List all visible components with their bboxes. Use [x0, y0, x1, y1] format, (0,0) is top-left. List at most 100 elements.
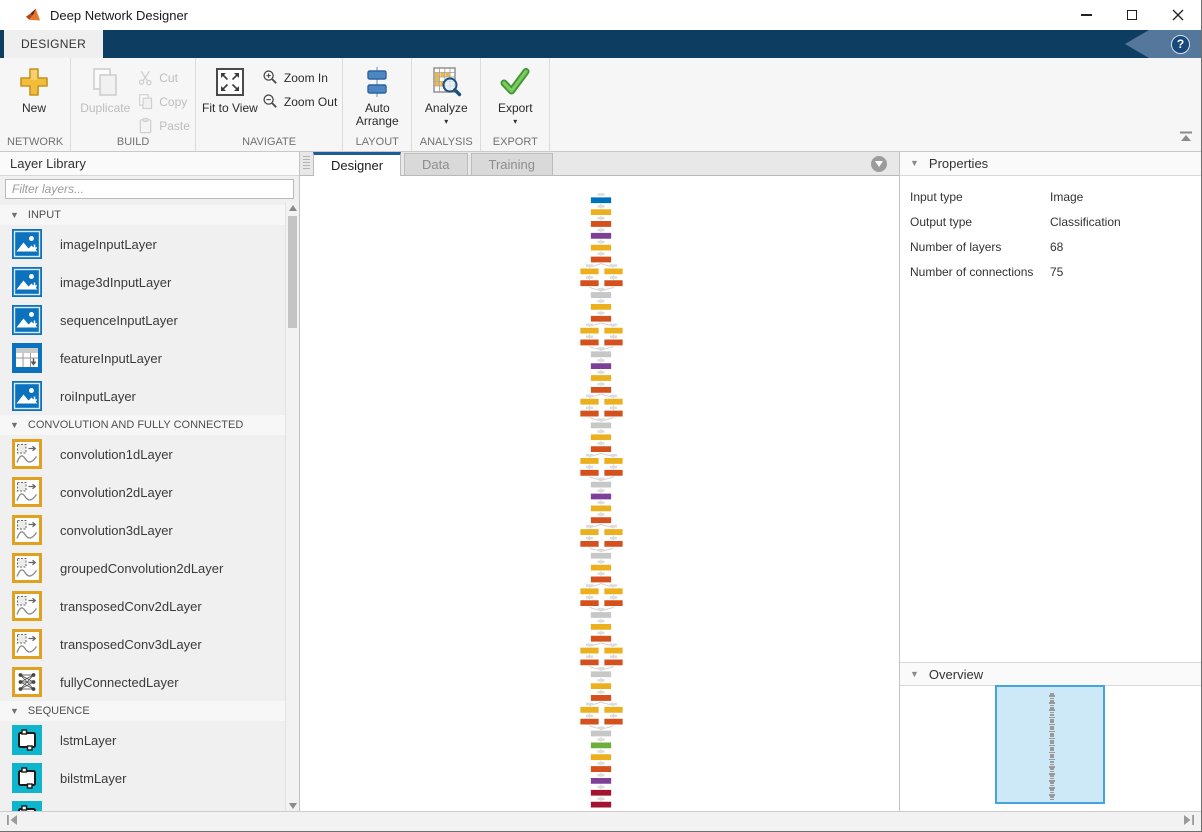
layer-block[interactable]	[590, 386, 612, 394]
library-item-featureInputLayer[interactable]: featureInputLayer	[0, 339, 285, 377]
library-item-transposedConv2dLayer[interactable]: transposedConv2dLayer	[0, 587, 285, 625]
layer-block[interactable]	[579, 469, 600, 477]
library-item-lstmLayer[interactable]: lstmLayer	[0, 721, 285, 759]
layer-block[interactable]	[603, 646, 624, 655]
layer-block[interactable]	[590, 611, 612, 619]
filter-layers-input[interactable]	[5, 179, 294, 199]
tab-drag-handle[interactable]	[303, 156, 310, 171]
layer-block[interactable]	[603, 540, 624, 548]
maximize-button[interactable]	[1109, 0, 1155, 30]
layer-block[interactable]	[590, 777, 612, 785]
zoom-in-button[interactable]: Zoom In	[262, 69, 337, 86]
new-button[interactable]: New	[5, 60, 63, 115]
layer-block[interactable]	[603, 528, 624, 536]
library-item-convolution1dLayer[interactable]: convolution1dLayer	[0, 435, 285, 473]
library-item-partial[interactable]	[0, 797, 285, 812]
layer-block[interactable]	[603, 469, 624, 477]
section-header-input[interactable]: ▼ INPUT	[0, 205, 285, 225]
layer-block[interactable]	[590, 220, 612, 228]
layer-block[interactable]	[603, 658, 624, 666]
overview-header[interactable]: ▼ Overview	[900, 662, 1201, 686]
layer-block[interactable]	[590, 208, 612, 216]
tab-designer[interactable]: DESIGNER	[4, 30, 103, 58]
layer-block[interactable]	[579, 398, 600, 406]
layer-block[interactable]	[590, 552, 612, 560]
layer-block[interactable]	[579, 457, 600, 465]
layer-block[interactable]	[590, 504, 612, 512]
layer-block[interactable]	[590, 682, 612, 690]
library-item-convolution3dLayer[interactable]: convolution3dLayer	[0, 511, 285, 549]
section-header-convolution-and-fully-connected[interactable]: ▼ CONVOLUTION AND FULLY CONNECTED	[0, 415, 285, 435]
library-item-sequenceInputLayer[interactable]: sequenceInputLayer	[0, 301, 285, 339]
layer-block[interactable]	[590, 753, 612, 761]
overview-viewport-rect[interactable]	[995, 685, 1105, 804]
layer-block[interactable]	[590, 196, 612, 204]
layer-block[interactable]	[590, 315, 612, 323]
layer-block[interactable]	[590, 670, 612, 678]
library-item-image3dInputLayer[interactable]: image3dInputLayer	[0, 263, 285, 301]
layer-block[interactable]	[603, 338, 624, 347]
fit-to-view-button[interactable]: Fit to View	[201, 60, 259, 115]
tab-list-menu-button[interactable]	[871, 155, 887, 172]
layer-block[interactable]	[579, 338, 600, 347]
layer-block[interactable]	[590, 575, 612, 584]
layer-block[interactable]	[590, 516, 612, 524]
tab-training[interactable]: Training	[470, 153, 553, 175]
layer-block[interactable]	[590, 421, 612, 429]
layer-block[interactable]	[590, 623, 612, 631]
layer-block[interactable]	[590, 291, 612, 299]
analyze-button[interactable]: Analyze ▾	[417, 60, 475, 126]
layer-block[interactable]	[590, 729, 612, 738]
collapse-ribbon-icon[interactable]	[1179, 130, 1193, 148]
layer-block[interactable]	[590, 765, 612, 773]
layer-block[interactable]	[603, 706, 624, 714]
scrollbar-thumb[interactable]	[288, 216, 297, 328]
library-item-convolution2dLayer[interactable]: convolution2dLayer	[0, 473, 285, 511]
library-item-groupedConvolution2dLayer[interactable]: groupedConvolution2dLayer	[0, 549, 285, 587]
layer-block[interactable]	[590, 350, 612, 358]
layer-block[interactable]	[579, 599, 600, 607]
layer-block[interactable]	[579, 409, 600, 418]
layer-block[interactable]	[603, 587, 624, 595]
layer-block[interactable]	[590, 433, 612, 441]
section-header-sequence[interactable]: ▼ SEQUENCE	[0, 701, 285, 721]
layer-block[interactable]	[590, 800, 612, 809]
layer-block[interactable]	[590, 741, 612, 749]
tab-designer[interactable]: Designer	[313, 152, 402, 176]
layer-block[interactable]	[590, 244, 612, 252]
auto-arrange-button[interactable]: Auto Arrange	[348, 60, 406, 128]
library-item-fullyConnectedLayer[interactable]: fullyConnectedLayer	[0, 663, 285, 701]
minimize-button[interactable]	[1063, 0, 1109, 30]
layer-block[interactable]	[590, 374, 612, 382]
close-button[interactable]	[1155, 0, 1201, 30]
layer-block[interactable]	[590, 635, 612, 643]
collapse-left-panel-icon[interactable]	[6, 813, 20, 831]
layer-block[interactable]	[579, 706, 600, 714]
scroll-up-icon[interactable]	[286, 202, 299, 214]
properties-header[interactable]: ▼ Properties	[900, 152, 1201, 176]
layer-block[interactable]	[590, 255, 612, 264]
layer-block[interactable]	[603, 409, 624, 418]
layer-block[interactable]	[590, 564, 612, 572]
layer-block[interactable]	[603, 267, 624, 275]
layer-block[interactable]	[603, 457, 624, 465]
layer-list-scrollbar[interactable]	[285, 202, 299, 812]
layer-block[interactable]	[603, 599, 624, 607]
layer-block[interactable]	[590, 789, 612, 797]
layer-block[interactable]	[579, 540, 600, 548]
layer-block[interactable]	[579, 587, 600, 595]
layer-block[interactable]	[590, 694, 612, 702]
library-item-imageInputLayer[interactable]: imageInputLayer	[0, 225, 285, 263]
export-button[interactable]: Export ▾	[486, 60, 544, 126]
layer-block[interactable]	[579, 718, 600, 726]
layer-block[interactable]	[579, 279, 600, 287]
layer-block[interactable]	[590, 303, 612, 311]
layer-block[interactable]	[590, 445, 612, 453]
layer-block[interactable]	[603, 279, 624, 287]
layer-block[interactable]	[603, 327, 624, 335]
collapse-right-panel-icon[interactable]	[1181, 813, 1195, 831]
help-button[interactable]: ?	[1171, 34, 1190, 54]
layer-block[interactable]	[579, 646, 600, 655]
layer-block[interactable]	[579, 267, 600, 275]
tab-data[interactable]: Data	[404, 153, 468, 175]
